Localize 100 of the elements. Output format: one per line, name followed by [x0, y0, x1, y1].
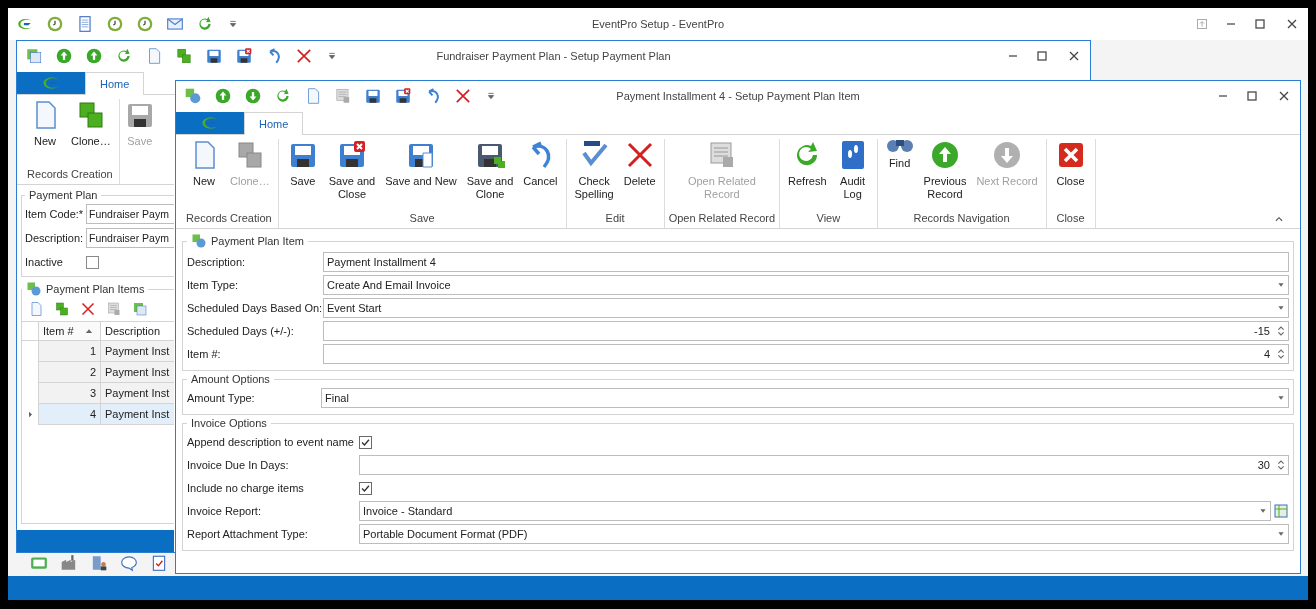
restore-button[interactable]: [1194, 16, 1210, 32]
table-row[interactable]: 3 Payment Inst: [22, 383, 174, 404]
dropdown-field[interactable]: Portable Document Format (PDF): [359, 524, 1289, 544]
dropdown-field[interactable]: Create And Email Invoice: [323, 275, 1289, 295]
table-cell: Payment Inst: [100, 383, 174, 404]
toolbar-button[interactable]: [235, 47, 253, 65]
checkbox[interactable]: [359, 435, 372, 449]
ribbon-button[interactable]: Previous Record: [919, 139, 971, 212]
toolbar-button-icon: [334, 87, 352, 105]
minimize-button[interactable]: [1008, 55, 1018, 57]
checkbox[interactable]: [86, 255, 99, 269]
text-field[interactable]: Payment Installment 4: [323, 252, 1289, 272]
nav-button-icon: [30, 554, 48, 572]
nav-button[interactable]: [90, 554, 108, 572]
up-arrow-circle-icon: [929, 139, 961, 171]
binoculars-icon: [885, 139, 914, 153]
toolbar-button-icon: [76, 15, 94, 33]
nav-button[interactable]: [120, 554, 138, 572]
field-label: Description:: [187, 256, 247, 268]
number-field[interactable]: 4: [323, 344, 1289, 364]
group-label: Records Navigation: [913, 212, 1010, 226]
maximize-button-icon: [1244, 88, 1260, 104]
toolbar-button[interactable]: [394, 87, 412, 105]
field-label: Report Attachment Type:: [187, 528, 309, 540]
checkmark-icon: [360, 436, 371, 448]
toolbar-button-icon: [25, 47, 43, 65]
ribbon-button[interactable]: Delete: [619, 139, 660, 212]
group-label: Edit: [605, 212, 625, 226]
checkbox[interactable]: [359, 481, 372, 495]
toolbar-button[interactable]: [364, 87, 382, 105]
ribbon-tab[interactable]: Home: [244, 112, 304, 135]
table-cell: 3: [38, 383, 100, 404]
toolbar-button-icon: [364, 87, 382, 105]
nav-button-icon: [120, 554, 138, 572]
report-button[interactable]: [1273, 501, 1289, 521]
minimize-button[interactable]: [1226, 23, 1236, 25]
number-field[interactable]: 30: [359, 455, 1289, 475]
toolbar-button-icon: [184, 87, 202, 105]
minimize-button[interactable]: [1218, 95, 1228, 97]
maximize-button-icon: [1252, 16, 1268, 32]
toolbar-button-icon: [132, 301, 148, 317]
maximize-button[interactable]: [1244, 88, 1260, 104]
group-title: Payment Plan: [29, 189, 98, 201]
ribbon-tab[interactable]: Home: [85, 72, 145, 95]
ribbon-button[interactable]: Close: [1050, 139, 1091, 212]
toolbar-button-icon: [166, 15, 184, 33]
field-label: Invoice Report:: [187, 505, 262, 517]
dropdown-field[interactable]: Event Start: [323, 298, 1289, 318]
field-label: Scheduled Days (+/-):: [187, 325, 295, 337]
text-field[interactable]: Fundraiser Paym: [86, 204, 174, 224]
toolbar-button-icon: [106, 15, 124, 33]
ribbon-button[interactable]: New: [25, 99, 65, 168]
toolbar-button-icon: [205, 47, 223, 65]
nav-button-icon: [150, 554, 168, 572]
column-header[interactable]: Item #: [38, 322, 100, 340]
field-label: Description:: [25, 232, 85, 244]
dropdown-field[interactable]: Final: [321, 388, 1289, 408]
group-label: Close: [1056, 212, 1085, 226]
ribbon-button[interactable]: Refresh: [784, 139, 831, 212]
toolbar-button-icon: [244, 87, 262, 105]
toolbar-button-icon: [136, 15, 154, 33]
ribbon-button[interactable]: Find: [881, 139, 918, 212]
field-label: Append description to event name: [187, 436, 355, 448]
number-field[interactable]: -15: [323, 321, 1289, 341]
toolbar-button-icon: [214, 87, 232, 105]
nav-button[interactable]: [150, 554, 168, 572]
maximize-button[interactable]: [1034, 48, 1050, 64]
table-row[interactable]: 1 Payment Inst: [22, 341, 174, 362]
toolbar-button[interactable]: [205, 47, 223, 65]
toolbar-button-icon: [106, 301, 122, 317]
dropdown-field[interactable]: Invoice - Standard: [359, 501, 1271, 521]
ribbon-button[interactable]: Save and Clone: [462, 139, 518, 212]
ribbon-button[interactable]: Save: [282, 139, 323, 212]
field-label: Amount Type:: [187, 392, 256, 404]
ribbon-button[interactable]: New: [184, 139, 224, 212]
toolbar-button-icon: [115, 47, 133, 65]
ribbon-button[interactable]: Save and New: [381, 139, 461, 212]
toolbar-button-icon: [54, 301, 70, 317]
ribbon-button[interactable]: Save and Close: [324, 139, 380, 212]
text-field[interactable]: Fundraiser Paym: [86, 228, 174, 248]
toolbar-button-icon: [85, 47, 103, 65]
ribbon-button[interactable]: Clone…: [67, 99, 115, 168]
ribbon-button[interactable]: Cancel: [519, 139, 562, 212]
minimize-button-icon: [1226, 23, 1236, 25]
field-label: Inactive: [25, 256, 64, 268]
shapes-icon: [191, 233, 207, 249]
ribbon-button[interactable]: Audit Log: [832, 139, 873, 212]
ribbon-button[interactable]: Check Spelling: [570, 139, 618, 212]
maximize-button[interactable]: [1252, 16, 1268, 32]
group-label: Open Related Record: [668, 212, 776, 226]
group-label: Records Creation: [186, 212, 272, 226]
field-label: Invoice Due In Days:: [187, 459, 290, 471]
group-label: View: [816, 212, 841, 226]
nav-button-icon: [90, 554, 108, 572]
toolbar-button-icon: [454, 87, 472, 105]
field-label: Item Code:*: [25, 208, 85, 220]
table-row[interactable]: 2 Payment Inst: [22, 362, 174, 383]
maximize-button-icon: [1034, 48, 1050, 64]
table-row[interactable]: 4 Payment Inst: [22, 404, 174, 425]
group-label: Records Creation: [27, 168, 113, 182]
